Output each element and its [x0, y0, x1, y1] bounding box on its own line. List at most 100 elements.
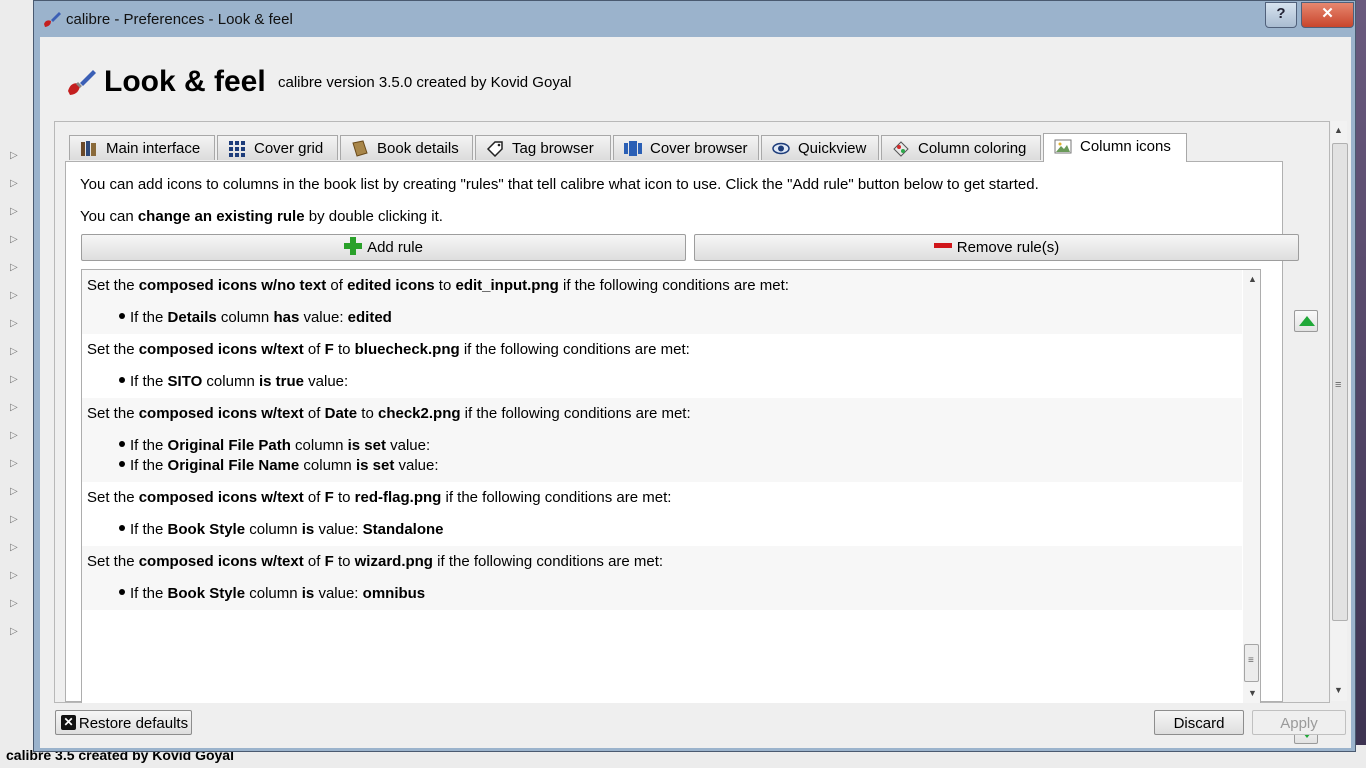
tree-expand-icon: ▷ [10, 206, 18, 217]
book-icon [352, 140, 368, 157]
rule-text: Set the [87, 553, 139, 570]
rule-text: to [434, 277, 456, 294]
rule-row[interactable]: Set the composed icons w/text of F to wi… [82, 546, 1242, 610]
rule-text: to [357, 405, 378, 422]
condition-text: column [245, 585, 302, 602]
tree-expand-icon: ▷ [10, 262, 18, 273]
image-icon [1054, 139, 1072, 154]
condition-text: If the [130, 309, 168, 326]
rule-text: of [303, 553, 325, 570]
tree-expand-icon: ▷ [10, 346, 18, 357]
preferences-dialog: calibre - Preferences - Look & feel ? ✕ … [33, 0, 1356, 752]
condition-text: column [216, 309, 274, 326]
close-box-icon: ✕ [61, 715, 76, 730]
rules-scrollbar[interactable]: ▲ ≡ ▼ [1243, 270, 1260, 703]
tree-expand-icon: ▷ [10, 514, 18, 525]
rules-list[interactable]: Set the composed icons w/no text of edit… [81, 269, 1261, 703]
rule-text: of [326, 277, 348, 294]
rule-condition: If the Original File Name column is set … [119, 456, 1237, 476]
rule-row[interactable]: Set the composed icons w/text of F to bl… [82, 334, 1242, 398]
scroll-up-icon[interactable]: ▲ [1248, 274, 1257, 284]
minus-icon [933, 243, 952, 248]
add-rule-button[interactable]: Add rule [81, 234, 686, 261]
rule-summary: Set the composed icons w/no text of edit… [87, 276, 1237, 296]
tree-expand-icon: ▷ [10, 234, 18, 245]
scroll-up-icon[interactable]: ▲ [1334, 125, 1343, 135]
rule-column: Date [324, 405, 358, 422]
condition-text: If the [130, 521, 168, 538]
tab-label: Book details [377, 140, 459, 157]
tab-tag-browser[interactable]: Tag browser [475, 135, 611, 160]
rule-icon-file: red-flag.png [354, 489, 442, 506]
rule-kind: composed icons w/text [138, 489, 304, 506]
bullet-icon [119, 441, 125, 447]
close-button[interactable]: ✕ [1301, 2, 1354, 28]
rule-kind: composed icons w/text [138, 341, 304, 358]
look-and-feel-icon [68, 70, 96, 95]
rule-text: of [303, 341, 325, 358]
rule-text: if the following conditions are met: [558, 277, 789, 294]
discard-button[interactable]: Discard [1154, 710, 1244, 735]
help-button[interactable]: ? [1265, 2, 1297, 28]
bullet-icon [119, 461, 125, 467]
rule-text: if the following conditions are met: [460, 405, 691, 422]
tree-expand-icon: ▷ [10, 402, 18, 413]
rule-text: of [303, 405, 325, 422]
restore-label: Restore defaults [78, 715, 189, 732]
rule-row[interactable]: Set the composed icons w/no text of edit… [82, 270, 1242, 334]
condition-text: value: [394, 457, 439, 474]
condition-column: Details [167, 309, 217, 326]
tree-expand-icon: ▷ [10, 570, 18, 581]
title-bar[interactable]: calibre - Preferences - Look & feel ? ✕ [34, 1, 1355, 37]
tab-main-interface[interactable]: Main interface [69, 135, 215, 160]
rule-text: if the following conditions are met: [441, 489, 672, 506]
tab-book-details[interactable]: Book details [340, 135, 473, 160]
tab-column-icons[interactable]: Column icons [1043, 133, 1187, 162]
condition-text: column [290, 437, 348, 454]
rule-icon-file: edit_input.png [455, 277, 559, 294]
condition-text: value: [314, 585, 359, 602]
scroll-down-icon[interactable]: ▼ [1334, 685, 1343, 695]
settings-scrollbar[interactable]: ▲ ≡ ▼ [1331, 121, 1348, 701]
condition-column: Book Style [167, 585, 246, 602]
tab-cover-browser[interactable]: Cover browser [613, 135, 759, 160]
rule-icon-file: wizard.png [354, 553, 433, 570]
move-rule-up-button[interactable] [1294, 310, 1318, 332]
version-label: calibre version 3.5.0 created by Kovid G… [278, 74, 572, 91]
rule-condition: If the Original File Path column is set … [119, 436, 1237, 456]
restore-defaults-button[interactable]: ✕ Restore defaults [55, 710, 192, 735]
condition-value: Standalone [358, 521, 444, 538]
condition-op: is set [347, 437, 386, 454]
tab-cover-grid[interactable]: Cover grid [217, 135, 338, 160]
arrow-up-icon [1299, 316, 1315, 326]
add-rule-label: Add rule [367, 239, 423, 256]
rule-row[interactable]: Set the composed icons w/text of F to re… [82, 482, 1242, 546]
condition-text: column [202, 373, 259, 390]
rule-row[interactable]: Set the composed icons w/text of Date to… [82, 398, 1242, 482]
rule-condition: If the Details column has value: edited [119, 308, 1237, 328]
remove-rule-button[interactable]: Remove rule(s) [694, 234, 1299, 261]
palette-icon [893, 141, 909, 157]
condition-text: value: [303, 373, 349, 390]
rule-summary: Set the composed icons w/text of F to wi… [87, 552, 1237, 572]
tab-column-coloring[interactable]: Column coloring [881, 135, 1041, 160]
bullet-icon [119, 313, 125, 319]
scroll-down-icon[interactable]: ▼ [1248, 688, 1257, 698]
tab-label: Tag browser [512, 140, 594, 157]
rule-column: edited icons [347, 277, 435, 294]
condition-value: omnibus [358, 585, 426, 602]
tab-quickview[interactable]: Quickview [761, 135, 879, 160]
tab-label: Column coloring [918, 140, 1027, 157]
rule-text: if the following conditions are met: [432, 553, 664, 570]
rule-text: to [333, 489, 355, 506]
tree-expand-icon: ▷ [10, 486, 18, 497]
rule-text: of [303, 489, 325, 506]
scroll-thumb[interactable]: ≡ [1244, 644, 1259, 682]
apply-button[interactable]: Apply [1252, 710, 1346, 735]
rule-text: if the following conditions are met: [459, 341, 690, 358]
rules-container: Set the composed icons w/no text of edit… [82, 270, 1260, 610]
tree-expand-icon: ▷ [10, 374, 18, 385]
condition-text: If the [130, 373, 168, 390]
